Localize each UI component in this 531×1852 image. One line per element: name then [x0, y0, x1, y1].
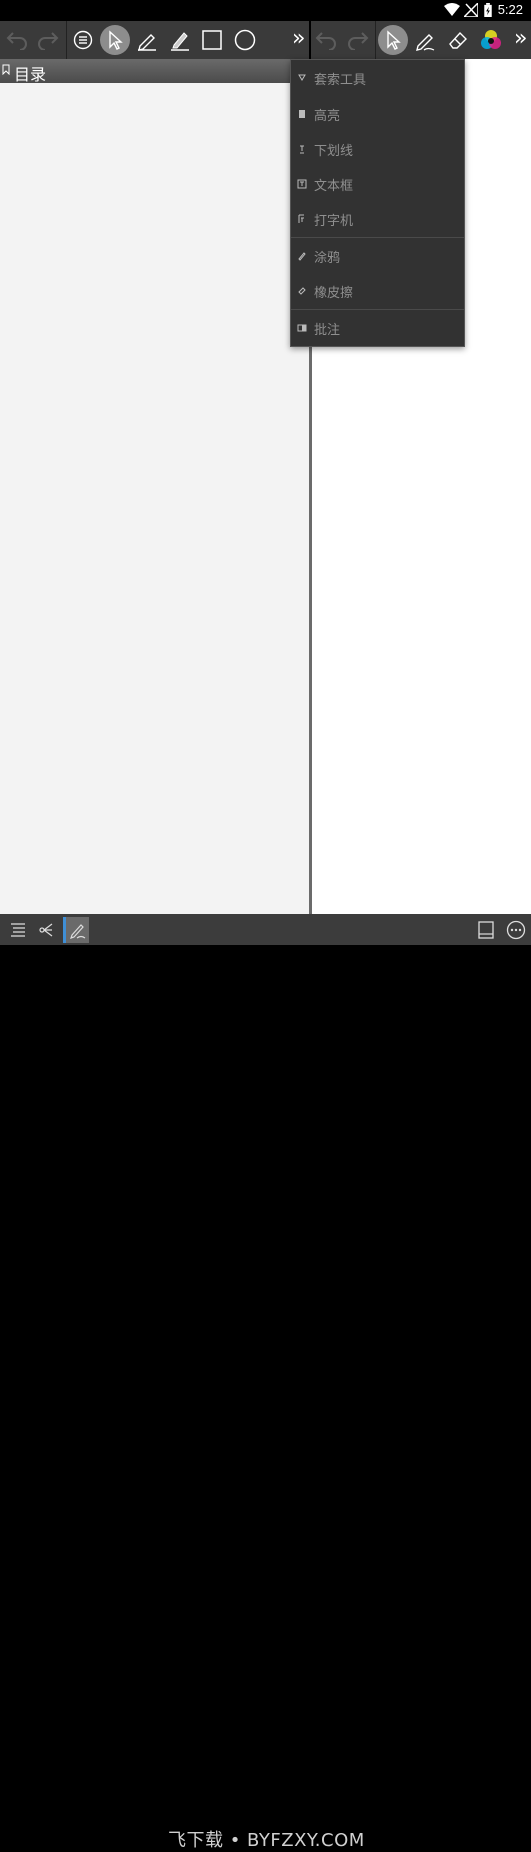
watermark-text: 飞下载 • BYFZXY.COM	[168, 1830, 365, 1851]
rectangle-icon	[202, 30, 222, 50]
scribble-icon	[298, 252, 306, 261]
undo-icon	[6, 32, 27, 50]
circle-tool-button[interactable]	[230, 25, 260, 55]
menu-item-underline[interactable]: 下划线	[291, 132, 464, 166]
annotation-tools-menu: 套索工具 高亮 下划线 文本框 打字机 涂鸦 橡皮擦 批注	[290, 59, 465, 347]
undo-button[interactable]	[2, 25, 32, 55]
highlighter-tool-button[interactable]	[165, 25, 195, 55]
undo-button-right[interactable]	[311, 25, 341, 55]
pen-icon	[138, 34, 156, 51]
highlighter-icon	[171, 32, 189, 51]
toc-toggle-button[interactable]	[5, 917, 31, 943]
menu-item-label: 文本框	[314, 179, 354, 194]
more-dots-icon	[506, 920, 526, 940]
menu-item-label: 涂鸦	[314, 251, 341, 266]
battery-icon	[484, 3, 492, 17]
pen-tool-button[interactable]	[132, 25, 162, 55]
clock: 5:22	[497, 2, 523, 17]
double-chevron-icon: »	[292, 26, 306, 51]
circle-icon	[234, 29, 256, 51]
more-tools-button[interactable]: »	[292, 27, 305, 51]
menu-item-highlight[interactable]: 高亮	[291, 97, 464, 131]
toc-panel[interactable]	[0, 83, 309, 914]
eraser-icon	[449, 31, 467, 49]
color-picker-button[interactable]	[476, 25, 506, 55]
status-bar: 5:22	[0, 0, 531, 21]
menu-item-label: 打字机	[314, 214, 354, 229]
cursor-icon	[109, 30, 123, 50]
menu-item-label: 下划线	[314, 144, 354, 159]
bookmark-icon	[2, 64, 10, 75]
menu-item-scribble[interactable]: 涂鸦	[291, 239, 464, 273]
scribble-tool-button[interactable]	[410, 25, 440, 55]
menu-item-label: 高亮	[314, 109, 341, 124]
outline-list-icon	[11, 923, 25, 937]
undo-icon	[315, 32, 336, 50]
toc-title: 目录	[14, 65, 47, 84]
eraser-tool-button[interactable]	[443, 25, 473, 55]
lasso-icon	[298, 74, 306, 81]
wifi-icon	[444, 3, 460, 16]
color-wheel-icon	[481, 30, 501, 49]
menu-item-label: 橡皮擦	[314, 286, 354, 301]
select-tool-button[interactable]	[100, 25, 130, 55]
annotate-pen-icon	[69, 924, 85, 939]
menu-item-label: 套索工具	[314, 73, 367, 88]
more-tools-button-right[interactable]: »	[514, 27, 527, 51]
more-options-button[interactable]	[503, 917, 529, 943]
right-toolbar: »	[311, 21, 531, 59]
left-toolbar: »	[0, 21, 309, 59]
no-signal-icon	[464, 3, 478, 17]
bottom-bar: 飞下载 • BYFZXY.COM	[0, 914, 531, 1851]
menu-item-lasso[interactable]: 套索工具	[291, 61, 464, 95]
eraser-icon	[298, 287, 306, 295]
annotation-panel-button[interactable]	[63, 917, 89, 943]
list-menu-icon	[73, 30, 93, 50]
redo-icon	[348, 32, 369, 50]
pen-icon	[416, 34, 435, 51]
cursor-icon	[387, 30, 401, 50]
toc-header: 目录	[0, 59, 309, 84]
menu-item-typewriter[interactable]: 打字机	[291, 202, 464, 236]
page-view-button[interactable]	[473, 917, 499, 943]
menu-item-label: 批注	[314, 323, 341, 338]
menu-button[interactable]	[68, 25, 98, 55]
note-icon	[297, 324, 307, 332]
menu-item-textbox[interactable]: 文本框	[291, 167, 464, 201]
rectangle-tool-button[interactable]	[197, 25, 227, 55]
highlight-icon	[299, 110, 305, 118]
menu-item-note[interactable]: 批注	[291, 311, 464, 345]
redo-button-right[interactable]	[343, 25, 373, 55]
redo-button[interactable]	[33, 25, 63, 55]
underline-icon	[300, 145, 304, 154]
textbox-icon	[297, 179, 307, 189]
select-tool-button-right[interactable]	[378, 25, 408, 55]
tree-branch-icon	[39, 923, 53, 937]
double-chevron-icon: »	[514, 26, 528, 51]
mindmap-button[interactable]	[34, 917, 60, 943]
redo-icon	[38, 32, 59, 50]
tablet-icon	[478, 921, 494, 939]
typewriter-icon	[298, 214, 304, 223]
menu-item-eraser[interactable]: 橡皮擦	[291, 274, 464, 308]
